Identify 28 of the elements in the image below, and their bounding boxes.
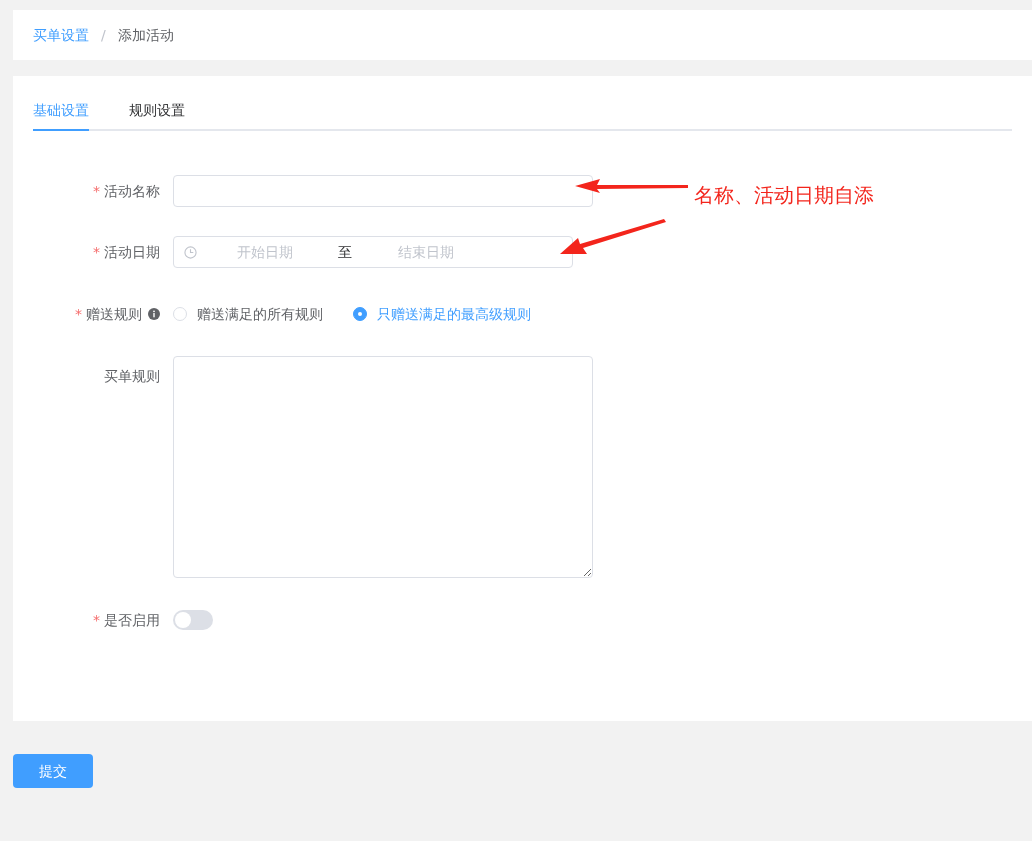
field-label: 活动名称: [104, 182, 160, 201]
radio-option[interactable]: 赠送满足的所有规则: [173, 304, 323, 324]
annotation-text: 名称、活动日期自添: [694, 182, 874, 209]
required-mark: *: [75, 305, 82, 324]
range-separator: 至: [337, 243, 353, 262]
required-mark: *: [93, 243, 100, 262]
breadcrumb-link[interactable]: 买单设置: [33, 25, 89, 45]
toggle-switch[interactable]: [173, 610, 213, 630]
radio-label: 赠送满足的所有规则: [197, 305, 323, 324]
field-label: 买单规则: [104, 367, 160, 386]
required-mark: *: [93, 182, 100, 201]
radio-label: 只赠送满足的最高级规则: [377, 305, 531, 324]
text-input[interactable]: [173, 175, 593, 207]
tab[interactable]: 基础设置: [33, 91, 89, 131]
textarea-field[interactable]: [173, 356, 593, 578]
submit-button[interactable]: 提交: [13, 754, 93, 788]
field-label: 活动日期: [104, 243, 160, 262]
end-date-placeholder: 结束日期: [396, 243, 455, 262]
date-range-field[interactable]: 开始日期 至 结束日期: [173, 236, 573, 268]
clock-icon: [184, 245, 197, 259]
radio-option[interactable]: 只赠送满足的最高级规则: [353, 304, 531, 324]
field-label: 是否启用: [104, 611, 160, 630]
field-label: 赠送规则: [86, 305, 142, 324]
start-date-placeholder: 开始日期: [235, 243, 294, 262]
breadcrumb-current: 添加活动: [117, 26, 174, 45]
tab[interactable]: 规则设置: [129, 91, 185, 131]
required-mark: *: [93, 611, 100, 630]
breadcrumb-separator: /: [101, 26, 106, 45]
